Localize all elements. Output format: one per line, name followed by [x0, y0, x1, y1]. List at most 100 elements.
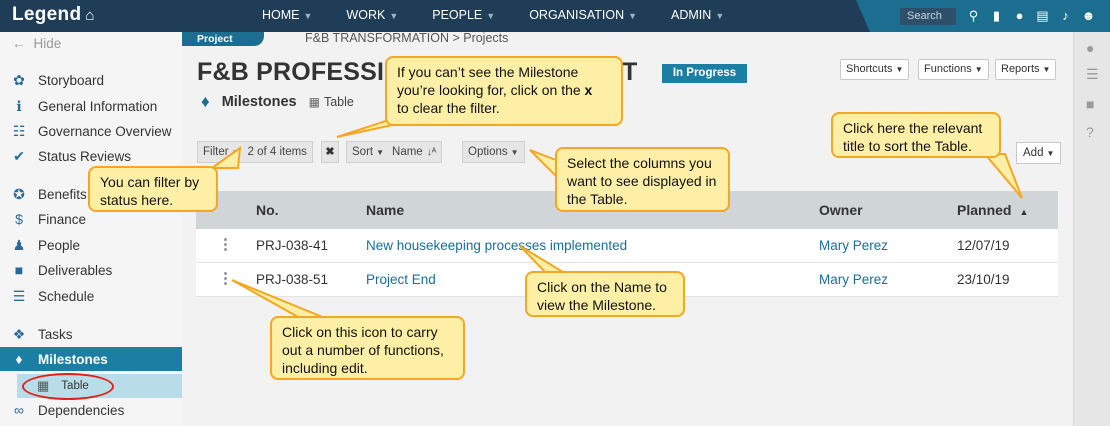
sidebar-hide[interactable]: ← Hide	[12, 36, 61, 51]
help-icon[interactable]: ?	[1086, 124, 1094, 140]
row-planned: 23/10/19	[957, 272, 1010, 287]
sidebar: ← Hide ✿ Storyboard ℹ General Information ☷…	[0, 32, 182, 426]
nav-people[interactable]: PEOPLE ▼	[432, 0, 495, 32]
sidebar-item-status-reviews[interactable]: ✔ Status Reviews	[0, 144, 182, 168]
row-number: PRJ-038-51	[256, 272, 329, 287]
callout-view-milestone: Click on the Name to view the Milestone.	[525, 271, 685, 317]
dollar-icon: $	[15, 211, 23, 227]
user-icon[interactable]: ☻	[1077, 6, 1100, 26]
functions-button[interactable]: Functions ▼	[918, 59, 989, 80]
sort-az-icon: ↓ᴬ	[426, 147, 437, 158]
subview-header: ♦ Milestones ▦ Table	[201, 92, 354, 112]
top-nav: HOME ▼ WORK ▼ PEOPLE ▼ ORGANISATION ▼ ADMIN ▼	[262, 0, 758, 32]
search-icon[interactable]: ⚲	[962, 6, 985, 26]
sidebar-item-people[interactable]: ♟ People	[0, 233, 182, 257]
diamond-icon: ♦	[15, 351, 23, 367]
sidebar-item-deliverables[interactable]: ■ Deliverables	[0, 258, 182, 282]
sort-field: Name	[392, 146, 423, 158]
chevron-down-icon: ▼	[303, 11, 313, 21]
row-name-link[interactable]: New housekeeping processes implemented	[366, 238, 627, 253]
diamond-icon: ♦	[201, 92, 210, 111]
options-button[interactable]: Options ▼	[462, 141, 525, 163]
chevron-down-icon: ▼	[895, 65, 904, 74]
hierarchy-icon: ☷	[12, 122, 26, 139]
sidebar-item-dependencies[interactable]: ∞ Dependencies	[0, 398, 182, 422]
list-icon[interactable]: ☰	[1086, 66, 1099, 83]
column-header-no[interactable]: No.	[256, 202, 279, 218]
sidebar-item-governance-overview[interactable]: ☷ Governance Overview	[0, 119, 182, 143]
users-icon: ♟	[12, 236, 26, 253]
check-icon: ✔	[13, 147, 25, 164]
chevron-down-icon: ▼	[231, 148, 240, 157]
right-rail: ● ☰ ■ ?	[1073, 32, 1110, 426]
subview-mode: Table	[323, 95, 354, 109]
info-icon: ℹ	[16, 97, 22, 114]
callout-sort-table: Click here the relevant title to sort th…	[831, 112, 1001, 158]
sidebar-item-tasks[interactable]: ❖ Tasks	[0, 322, 182, 346]
lock-icon[interactable]: ■	[1086, 96, 1094, 112]
cubes-icon: ❖	[12, 325, 26, 342]
chat-icon[interactable]: ●	[1008, 6, 1031, 26]
row-number: PRJ-038-41	[256, 238, 329, 253]
callout-status-filter: You can filter by status here.	[88, 166, 218, 212]
chevron-down-icon: ▼	[628, 11, 638, 21]
column-header-planned[interactable]: Planned ▲	[957, 202, 1028, 218]
highlight-ellipse	[22, 373, 114, 400]
chevron-down-icon: ▼	[974, 65, 983, 74]
nav-admin[interactable]: ADMIN ▼	[671, 0, 724, 32]
top-right-tools: Search ⚲ ▮ ● ▤ ♪ ☻	[856, 0, 1110, 32]
row-name-link[interactable]: Project End	[366, 272, 436, 287]
arrow-left-icon: ←	[12, 36, 26, 51]
callout-row-actions: Click on this icon to carry out a number…	[270, 316, 465, 380]
link-icon: ∞	[14, 402, 24, 418]
add-button[interactable]: Add ▼	[1016, 142, 1062, 164]
truck-icon: ■	[14, 262, 24, 278]
column-header-name[interactable]: Name	[366, 202, 404, 218]
bell-icon[interactable]: ♪	[1054, 6, 1077, 26]
ribbon-icon: ✪	[13, 185, 25, 202]
row-planned: 12/07/19	[957, 238, 1010, 253]
chevron-down-icon: ▼	[715, 11, 725, 21]
sidebar-item-schedule[interactable]: ☰ Schedule	[0, 284, 182, 308]
status-badge: In Progress	[662, 64, 747, 83]
clear-filter-button[interactable]: ✖	[321, 141, 339, 163]
search-input[interactable]: Search	[900, 8, 956, 25]
filter-button[interactable]: Filter ▼ 2 of 4 items	[197, 141, 313, 163]
filter-count: 2 of 4 items	[247, 146, 307, 158]
chevron-down-icon: ▼	[389, 11, 399, 21]
nav-organisation[interactable]: ORGANISATION ▼	[529, 0, 637, 32]
kebab-menu-icon[interactable]: ⋮	[218, 235, 233, 253]
top-bar: Legend ⌂ HOME ▼ WORK ▼ PEOPLE ▼ ORGANISATION…	[0, 0, 1110, 32]
gantt-icon: ☰	[12, 287, 26, 304]
chevron-down-icon: ▼	[510, 148, 519, 157]
chevron-down-icon: ▼	[1046, 149, 1055, 158]
sidebar-item-general-information[interactable]: ℹ General Information	[0, 94, 182, 118]
table-icon: ▦	[308, 95, 320, 109]
chevron-down-icon: ▼	[1042, 65, 1051, 74]
comment-icon[interactable]: ●	[1086, 40, 1094, 56]
reports-button[interactable]: Reports ▼	[995, 59, 1057, 80]
bookmark-icon[interactable]: ▮	[985, 6, 1008, 26]
nav-home[interactable]: HOME ▼	[262, 0, 312, 32]
subview-title: Milestones	[221, 94, 297, 110]
chevron-down-icon: ▼	[376, 148, 385, 157]
top-icons: ⚲ ▮ ● ▤ ♪ ☻	[962, 6, 1100, 26]
document-icon[interactable]: ▤	[1031, 6, 1054, 26]
sidebar-item-storyboard[interactable]: ✿ Storyboard	[0, 68, 182, 92]
callout-select-columns: Select the columns you want to see displ…	[555, 147, 730, 212]
sidebar-item-milestones[interactable]: ♦ Milestones	[0, 347, 182, 371]
callout-clear-filter: If you can’t see the Milestone you’re lo…	[385, 56, 623, 126]
row-owner-link[interactable]: Mary Perez	[819, 238, 888, 253]
section-tab[interactable]: Project	[182, 32, 264, 46]
kebab-menu-icon[interactable]: ⋮	[218, 269, 233, 287]
app-logo[interactable]: Legend ⌂	[12, 4, 95, 26]
sort-ascending-icon: ▲	[1019, 207, 1029, 217]
sort-button[interactable]: Sort ▼ Name ↓ᴬ	[346, 141, 443, 163]
home-icon: ⌂	[85, 7, 95, 24]
nav-work[interactable]: WORK ▼	[346, 0, 398, 32]
column-header-owner[interactable]: Owner	[819, 202, 863, 218]
breadcrumb[interactable]: F&B TRANSFORMATION > Projects	[305, 31, 508, 45]
table-row: ⋮ PRJ-038-41 New housekeeping processes …	[196, 229, 1058, 263]
shortcuts-button[interactable]: Shortcuts ▼	[840, 59, 910, 80]
row-owner-link[interactable]: Mary Perez	[819, 272, 888, 287]
